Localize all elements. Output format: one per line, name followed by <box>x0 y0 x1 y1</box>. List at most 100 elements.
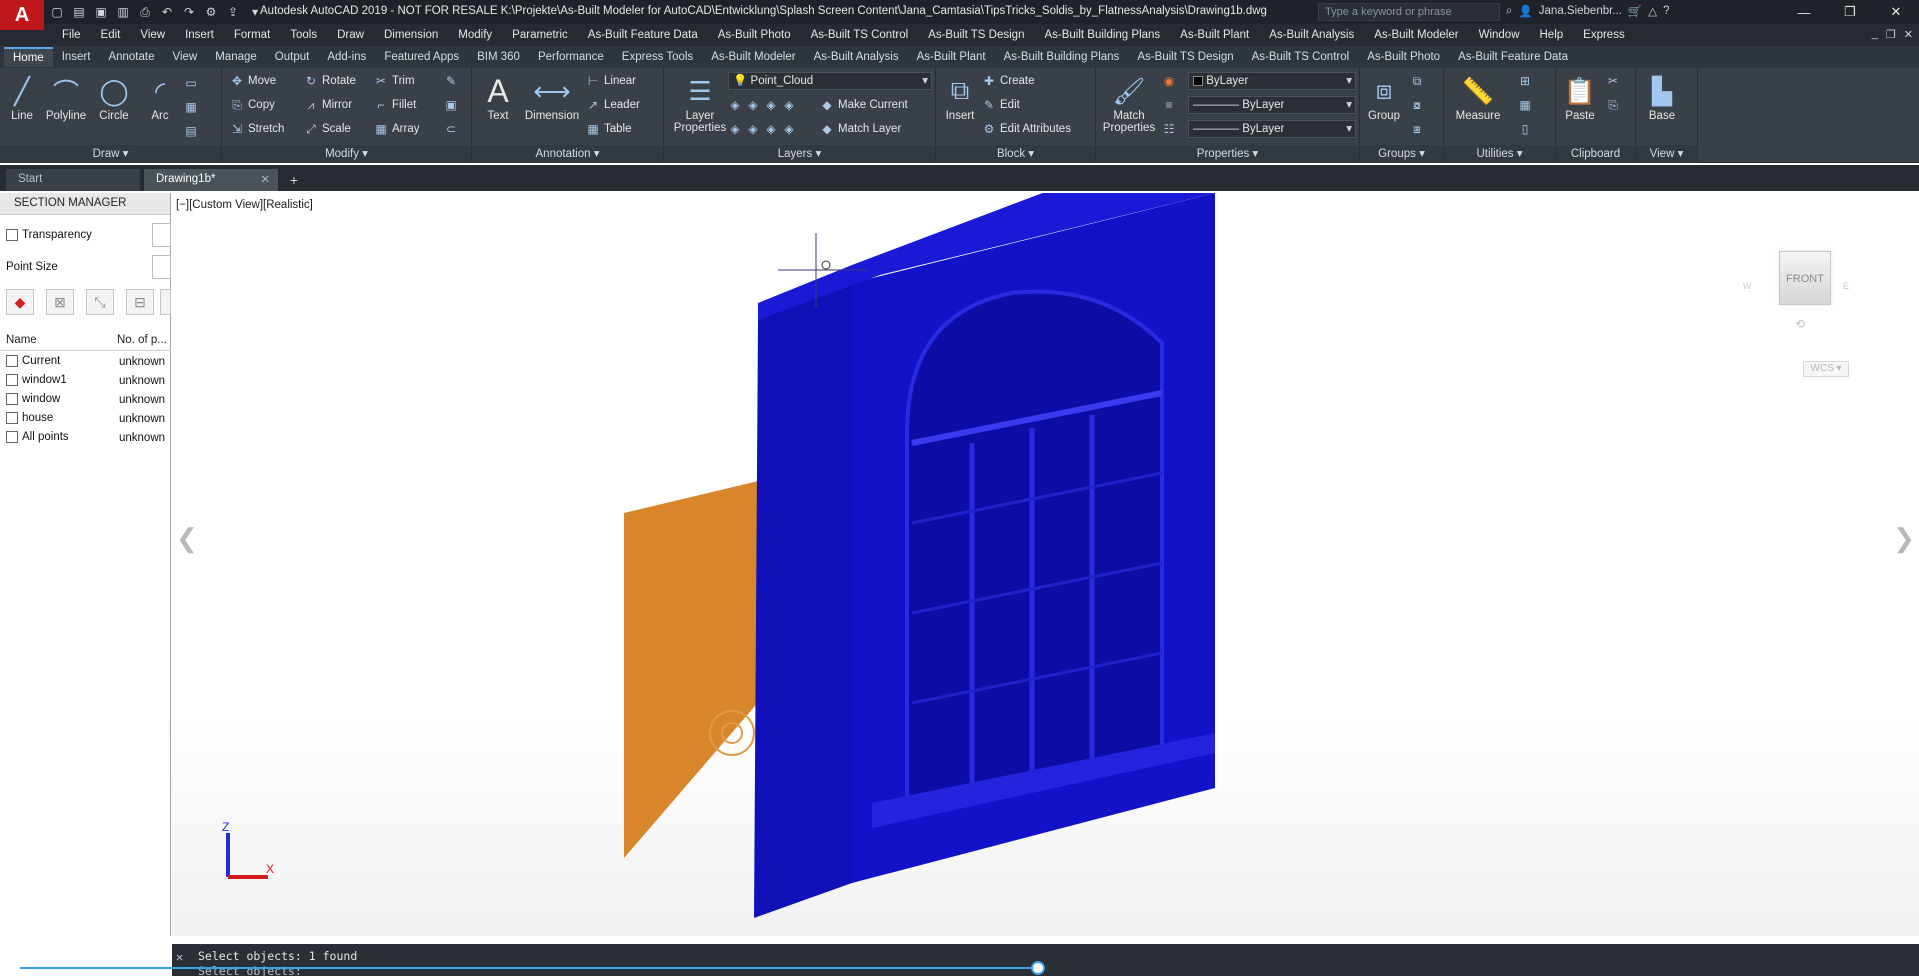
3d-model-scene[interactable] <box>172 193 1919 936</box>
menu-help[interactable]: Help <box>1530 29 1574 41</box>
linetype-dropdown[interactable]: ———— ByLayer <box>1188 96 1356 114</box>
edit-section-icon[interactable]: ⊠ <box>46 289 74 315</box>
viewcube-front-face[interactable]: FRONT <box>1779 251 1831 305</box>
fillet-button[interactable]: ⌐ Fillet <box>374 96 416 114</box>
layer-properties-button[interactable]: ☰ Layer Properties <box>668 72 732 135</box>
rectangle-icon[interactable]: ▭ <box>184 74 198 92</box>
boundary-icon[interactable]: ▤ <box>184 122 198 140</box>
transparency-checkbox-row[interactable]: Transparency <box>6 229 92 241</box>
calculator-icon[interactable]: ▦ <box>1518 96 1532 114</box>
tab-featured-apps[interactable]: Featured Apps <box>375 48 468 66</box>
menu-asbuilt-photo[interactable]: As-Built Photo <box>708 29 801 41</box>
tab-bim-360[interactable]: BIM 360 <box>468 48 529 66</box>
plot-icon[interactable]: ⎙ <box>136 3 154 21</box>
close-icon[interactable]: ✕ <box>176 950 183 964</box>
panel-properties-footer[interactable]: Properties ▾ <box>1096 145 1359 163</box>
id-point-icon[interactable]: ▯ <box>1518 120 1532 138</box>
menu-asbuilt-ts-design[interactable]: As-Built TS Design <box>918 29 1034 41</box>
viewcube-west-label[interactable]: W <box>1743 281 1752 291</box>
new-file-icon[interactable]: ▢ <box>48 3 66 21</box>
close-tab-icon[interactable]: ✕ <box>260 172 270 186</box>
tab-asbuilt-building-plans[interactable]: As-Built Building Plans <box>995 48 1129 66</box>
open-file-icon[interactable]: ▤ <box>70 3 88 21</box>
transparency-slider[interactable] <box>152 223 171 247</box>
insert-block-button[interactable]: ⧉ Insert <box>938 72 982 122</box>
layer-freeze-icon[interactable]: ◈ <box>764 98 778 112</box>
column-count[interactable]: No. of p... <box>117 334 167 346</box>
autocad-logo-icon[interactable]: A <box>0 0 44 30</box>
menu-file[interactable]: File <box>52 29 91 41</box>
viewcube[interactable]: FRONT W E ⟲ <box>1743 237 1853 357</box>
autodesk-a360-icon[interactable]: △ <box>1648 4 1657 18</box>
panel-block-footer[interactable]: Block ▾ <box>936 145 1095 163</box>
row-checkbox[interactable] <box>6 393 18 405</box>
layer-isolate-icon[interactable]: ◈ <box>746 98 760 112</box>
group-button[interactable]: ⧈ Group <box>1362 72 1406 122</box>
redo-icon[interactable]: ↷ <box>180 3 198 21</box>
linear-dropdown[interactable]: ⊢ Linear <box>586 72 636 90</box>
panel-layers-footer[interactable]: Layers ▾ <box>664 145 935 163</box>
doc-minimize-icon[interactable]: _ <box>1872 28 1878 41</box>
help-icon[interactable]: ? <box>1663 5 1669 17</box>
copy-clip-icon[interactable]: ⎘ <box>1606 96 1620 114</box>
line-button[interactable]: ╱ Line <box>0 72 44 123</box>
panel-annotation-footer[interactable]: Annotation ▾ <box>472 145 663 163</box>
menu-modify[interactable]: Modify <box>448 29 502 41</box>
layer-off-icon[interactable]: ◈ <box>728 98 742 112</box>
binoculars-icon[interactable]: ⌕ <box>1506 5 1512 18</box>
invert-section-icon[interactable]: ⤡ <box>86 289 114 315</box>
quick-select-icon[interactable]: ⊞ <box>1518 72 1532 90</box>
table-row[interactable]: Current unknown <box>0 353 171 372</box>
save-icon[interactable]: ▣ <box>92 3 110 21</box>
base-view-button[interactable]: ▙ Base <box>1640 72 1684 123</box>
hatch-icon[interactable]: ▦ <box>184 98 198 116</box>
menu-view[interactable]: View <box>130 29 175 41</box>
tab-asbuilt-feature-data[interactable]: As-Built Feature Data <box>1449 48 1577 66</box>
tab-manage[interactable]: Manage <box>206 48 266 66</box>
leader-dropdown[interactable]: ↗ Leader <box>586 96 640 114</box>
edit-attributes-button[interactable]: ⚙ Edit Attributes <box>982 120 1071 138</box>
point-size-input[interactable] <box>152 255 171 279</box>
list-icon[interactable]: ☷ <box>1162 120 1176 138</box>
dimension-button[interactable]: ⟷ Dimension <box>522 72 582 123</box>
menu-asbuilt-building-plans[interactable]: As-Built Building Plans <box>1034 29 1170 41</box>
layer-lock-icon[interactable]: ◈ <box>782 98 796 112</box>
tab-add-ins[interactable]: Add-ins <box>318 48 375 66</box>
viewcube-home-icon[interactable]: ⟲ <box>1795 317 1805 331</box>
menu-tools[interactable]: Tools <box>280 29 327 41</box>
tab-annotate[interactable]: Annotate <box>99 48 163 66</box>
close-button[interactable]: ✕ <box>1873 0 1919 24</box>
menu-asbuilt-modeler[interactable]: As-Built Modeler <box>1364 29 1468 41</box>
user-icon[interactable]: 👤 <box>1518 4 1532 18</box>
panel-modify-footer[interactable]: Modify ▾ <box>222 145 471 163</box>
wcs-dropdown[interactable]: WCS ▾ <box>1803 361 1849 377</box>
tab-asbuilt-ts-control[interactable]: As-Built TS Control <box>1243 48 1359 66</box>
stretch-button[interactable]: ⇲ Stretch <box>230 120 284 138</box>
tab-asbuilt-modeler[interactable]: As-Built Modeler <box>702 48 804 66</box>
menu-asbuilt-feature-data[interactable]: As-Built Feature Data <box>578 29 708 41</box>
tab-asbuilt-plant[interactable]: As-Built Plant <box>908 48 995 66</box>
menu-parametric[interactable]: Parametric <box>502 29 578 41</box>
tab-output[interactable]: Output <box>266 48 319 66</box>
tab-insert[interactable]: Insert <box>53 48 100 66</box>
user-name[interactable]: Jana.Siebenbr... <box>1539 5 1622 17</box>
layer-dropdown[interactable]: 💡 Point_Cloud <box>728 72 932 90</box>
add-section-icon[interactable]: ◆ <box>6 289 34 315</box>
move-button[interactable]: ✥ Move <box>230 72 276 90</box>
tab-asbuilt-ts-design[interactable]: As-Built TS Design <box>1128 48 1242 66</box>
minimize-button[interactable]: — <box>1781 0 1827 24</box>
new-tab-button[interactable]: + <box>282 169 306 191</box>
row-checkbox[interactable] <box>6 431 18 443</box>
workspace-icon[interactable]: ⚙ <box>202 3 220 21</box>
make-current-button[interactable]: ◆ Make Current <box>820 96 907 114</box>
share-icon[interactable]: ⇪ <box>224 3 242 21</box>
column-name[interactable]: Name <box>6 334 37 346</box>
tab-performance[interactable]: Performance <box>529 48 613 66</box>
tab-asbuilt-photo[interactable]: As-Built Photo <box>1358 48 1449 66</box>
layer-thaw-icon[interactable]: ◈ <box>764 122 778 136</box>
explode-icon[interactable]: ▣ <box>444 96 458 114</box>
paste-button[interactable]: 📋 Paste <box>1558 72 1602 123</box>
video-progress-handle[interactable] <box>1031 961 1045 975</box>
menu-format[interactable]: Format <box>224 29 280 41</box>
table-row[interactable]: window unknown <box>0 391 171 410</box>
